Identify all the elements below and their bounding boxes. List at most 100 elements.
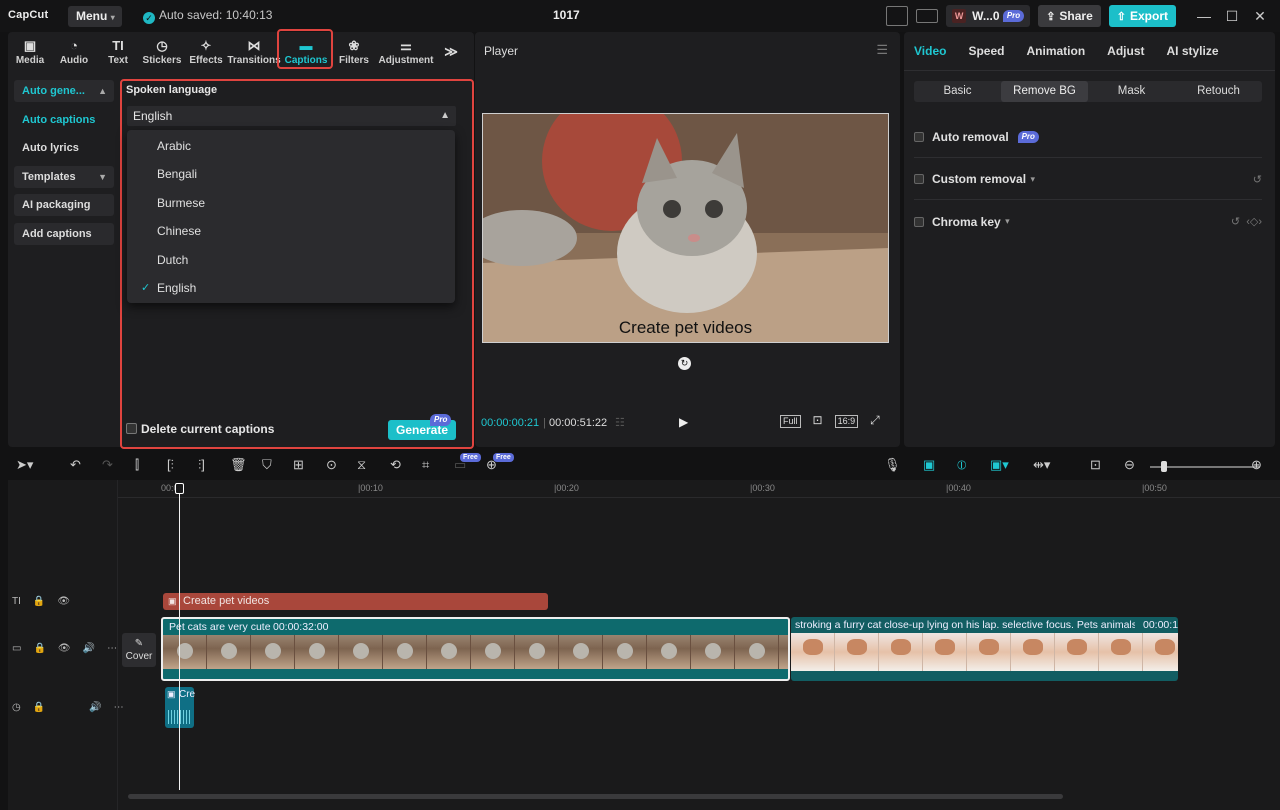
tab-filters[interactable]: ❀ Filters — [332, 32, 376, 70]
screen-icon[interactable]: ⊡ — [1090, 457, 1101, 473]
layout-icon[interactable] — [886, 6, 909, 26]
playhead[interactable] — [179, 483, 180, 790]
tab-stickers[interactable]: ◷ Stickers — [140, 32, 184, 70]
preview-axis-icon[interactable]: ⇹▾ — [1033, 457, 1050, 473]
tab-animation[interactable]: Animation — [1026, 44, 1085, 58]
eye-icon[interactable]: 👁 — [58, 643, 71, 654]
cover-button[interactable]: ✎ Cover — [122, 633, 156, 667]
rotate-clip-icon[interactable]: ⟲ — [390, 457, 401, 473]
play-button[interactable]: ▶ — [679, 415, 688, 429]
language-option-burmese[interactable]: Burmese — [127, 189, 455, 217]
speed-icon[interactable]: ⊙ — [326, 457, 337, 473]
subnav-templates[interactable]: Templates ▼ — [14, 165, 114, 188]
lock-icon[interactable]: 🔒 — [33, 596, 45, 607]
more-tabs-button[interactable]: ≫ — [436, 32, 466, 70]
subtab-basic[interactable]: Basic — [914, 81, 1001, 102]
undo-icon[interactable]: ↶ — [70, 457, 81, 473]
menu-button[interactable]: Menu ▾ — [68, 6, 122, 27]
tab-video[interactable]: Video — [914, 44, 946, 58]
captions-tab-highlight — [277, 29, 333, 69]
tab-effects[interactable]: ✧ Effects — [184, 32, 228, 70]
tab-adjustment[interactable]: ⚌ Adjustment — [376, 32, 436, 70]
language-option-bengali[interactable]: Bengali — [127, 160, 455, 188]
lock-icon[interactable]: 🔒 — [33, 643, 45, 654]
subnav-auto-generate[interactable]: Auto gene... ▲ — [14, 80, 114, 102]
auto-removal-checkbox[interactable] — [914, 132, 924, 142]
tab-ai-stylize[interactable]: AI stylize — [1167, 44, 1219, 58]
main-track-magnet-icon[interactable]: ▣ — [923, 457, 935, 473]
tab-audio[interactable]: ◔ Audio — [52, 32, 96, 70]
split-left-icon[interactable]: [⫶ — [167, 457, 174, 473]
language-option-chinese[interactable]: Chinese — [127, 217, 455, 245]
close-icon[interactable]: ✕ — [1246, 8, 1274, 25]
language-option-dutch[interactable]: Dutch — [127, 246, 455, 274]
language-option-english[interactable]: ✓ English — [127, 274, 455, 302]
zoom-slider-knob[interactable] — [1161, 461, 1167, 472]
keyboard-icon[interactable] — [916, 9, 939, 23]
lock-icon[interactable]: 🔒 — [33, 702, 45, 713]
crop-icon[interactable]: ⌗ — [422, 457, 429, 473]
fullscreen-icon[interactable]: ⤢ — [868, 414, 882, 428]
microphone-icon[interactable]: 🎙 — [884, 457, 901, 473]
maximize-icon[interactable]: ☐ — [1218, 8, 1246, 25]
eye-icon[interactable]: 👁 — [57, 596, 70, 607]
text-clip[interactable]: ▣ Create pet videos — [163, 593, 548, 610]
chroma-key-checkbox[interactable] — [914, 216, 924, 227]
tab-media[interactable]: ▣ Media — [8, 32, 52, 70]
zoom-out-icon[interactable]: ⊖ — [1124, 457, 1135, 473]
timeline-scrollbar[interactable] — [128, 794, 1063, 799]
split-right-icon[interactable]: ⫶] — [198, 457, 205, 473]
split-icon[interactable]: ⫿ — [135, 457, 139, 473]
tab-text[interactable]: TI Text — [96, 32, 140, 70]
more-icon[interactable]: ⋯ — [114, 702, 124, 713]
delete-icon[interactable]: 🗑 — [230, 457, 247, 473]
volume-icon[interactable]: 🔊 — [83, 643, 95, 654]
rotate-icon[interactable]: ↻ — [678, 357, 691, 370]
language-option-arabic[interactable]: Arabic — [127, 132, 455, 160]
redo-icon[interactable]: ↷ — [102, 457, 113, 473]
volume-icon[interactable]: 🔊 — [89, 702, 101, 713]
video-preview[interactable]: Create pet videos — [482, 113, 889, 343]
subnav-auto-captions[interactable]: Auto captions — [14, 109, 114, 131]
clip-duration: 00:00:1 — [1143, 619, 1179, 631]
freeze-icon[interactable]: ⊞ — [293, 457, 304, 473]
reset-icon[interactable]: ↺ — [1253, 173, 1262, 186]
tab-adjust[interactable]: Adjust — [1107, 44, 1144, 58]
chevron-up-icon: ▲ — [98, 86, 107, 96]
subnav-ai-packaging[interactable]: AI packaging — [14, 194, 114, 216]
export-button[interactable]: ⇧ Export — [1108, 5, 1176, 27]
check-circle-icon: ✓ — [143, 12, 155, 24]
tab-speed[interactable]: Speed — [968, 44, 1004, 58]
media-icon: ▣ — [23, 38, 37, 53]
full-screen-quality-button[interactable]: Full — [780, 415, 801, 428]
select-cursor-icon[interactable]: ➤▾ — [16, 457, 33, 473]
more-icon[interactable]: ⋯ — [107, 643, 117, 654]
subtab-retouch[interactable]: Retouch — [1175, 81, 1262, 102]
playhead-handle[interactable] — [175, 483, 184, 494]
minimize-icon[interactable]: — — [1190, 8, 1218, 24]
zoom-in-icon[interactable]: ⊕ — [1251, 457, 1262, 473]
language-select[interactable]: English ▲ — [127, 106, 456, 126]
video-clip-selected[interactable]: Pet cats are very cute 00:00:32:00 — [161, 617, 790, 681]
timeline-ruler[interactable]: 00:00 |00:10 |00:20 |00:30 |00:40 |00:50 — [118, 480, 1280, 498]
subnav-add-captions[interactable]: Add captions — [14, 222, 114, 245]
share-button[interactable]: ⇪ Share — [1038, 5, 1101, 27]
custom-removal-checkbox[interactable] — [914, 174, 924, 184]
tab-transitions[interactable]: ⋈ Transitions — [227, 32, 280, 70]
workspace-button[interactable]: W W...0 Pro — [946, 5, 1031, 27]
caption-overlay-text[interactable]: Create pet videos — [482, 318, 889, 338]
hamburger-menu-icon[interactable]: ☰ — [876, 42, 888, 58]
aspect-ratio-button[interactable]: 16:9 — [834, 415, 859, 428]
subtab-remove-bg[interactable]: Remove BG — [1001, 81, 1088, 102]
shield-icon[interactable]: ⛉ — [262, 457, 272, 473]
subtab-mask[interactable]: Mask — [1088, 81, 1175, 102]
subnav-auto-lyrics[interactable]: Auto lyrics — [14, 137, 114, 159]
video-clip[interactable]: stroking a furry cat close-up lying on h… — [791, 617, 1178, 681]
link-icon[interactable]: ▣▾ — [990, 457, 1009, 473]
auto-removal-row: Auto removal Pro — [914, 117, 1262, 158]
mirror-icon[interactable]: ⧖ — [357, 457, 366, 473]
reset-icon[interactable]: ↺ ‹◇› — [1231, 215, 1262, 228]
delete-captions-checkbox[interactable] — [126, 423, 137, 434]
zoom-fit-icon[interactable]: ⊡ — [811, 414, 825, 428]
auto-snap-icon[interactable]: ⦶ — [957, 457, 966, 473]
